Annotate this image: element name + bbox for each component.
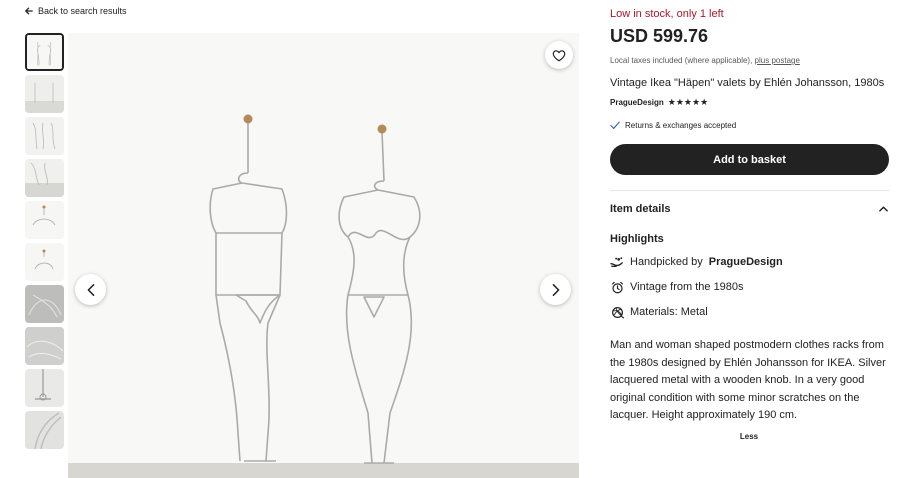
next-image-button[interactable] xyxy=(540,274,571,305)
thumbnail-2[interactable] xyxy=(25,75,64,113)
returns-note: Returns & exchanges accepted xyxy=(610,121,736,130)
handpicked-prefix: Handpicked by xyxy=(630,256,703,268)
previous-image-button[interactable] xyxy=(75,274,106,305)
highlight-handpicked: Handpicked by PragueDesign xyxy=(610,255,783,269)
handpicked-icon xyxy=(610,255,624,269)
add-to-basket-button[interactable]: Add to basket xyxy=(610,144,889,175)
arrow-left-icon xyxy=(25,7,33,15)
chevron-left-icon xyxy=(87,283,94,296)
back-link-label: Back to search results xyxy=(38,6,127,16)
shop-row: PragueDesign ★★★★★ xyxy=(610,97,708,108)
handpicked-shop-link[interactable]: PragueDesign xyxy=(709,256,783,268)
tax-text: Local taxes included (where applicable), xyxy=(610,56,753,65)
vintage-text: Vintage from the 1980s xyxy=(630,281,744,293)
thumbnail-10[interactable] xyxy=(25,411,64,449)
materials-text: Materials: Metal xyxy=(630,306,708,318)
main-product-image xyxy=(68,33,579,478)
checkmark-icon xyxy=(610,121,620,129)
heart-icon xyxy=(552,49,566,61)
item-details-heading: Item details xyxy=(610,203,671,215)
rating-stars[interactable]: ★★★★★ xyxy=(668,97,708,108)
thumbnail-7[interactable] xyxy=(25,285,64,323)
section-divider xyxy=(610,190,890,191)
thumbnail-4[interactable] xyxy=(25,159,64,197)
yarn-ball-icon xyxy=(610,305,624,319)
thumbnail-8[interactable] xyxy=(25,327,64,365)
thumbnail-1[interactable] xyxy=(25,33,64,71)
postage-link[interactable]: plus postage xyxy=(755,56,800,65)
tax-note: Local taxes included (where applicable),… xyxy=(610,56,800,65)
highlight-vintage: Vintage from the 1980s xyxy=(610,280,744,294)
chevron-up-icon xyxy=(879,206,888,212)
thumbnail-6[interactable] xyxy=(25,243,64,281)
listing-page: Back to search results Low in stock, onl… xyxy=(0,0,919,478)
stock-status: Low in stock, only 1 left xyxy=(610,8,724,20)
back-to-search-link[interactable]: Back to search results xyxy=(25,6,127,16)
returns-text: Returns & exchanges accepted xyxy=(625,121,737,130)
favorite-button[interactable] xyxy=(545,41,573,69)
alarm-clock-icon xyxy=(610,280,624,294)
highlight-materials: Materials: Metal xyxy=(610,305,708,319)
item-details-toggle[interactable]: Item details xyxy=(610,203,888,215)
product-photo xyxy=(68,33,579,478)
listing-title: Vintage Ikea "Häpen" valets by Ehlén Joh… xyxy=(610,77,885,89)
item-description: Man and woman shaped postmodern clothes … xyxy=(610,339,886,422)
chevron-right-icon xyxy=(552,283,559,296)
price: USD 599.76 xyxy=(610,26,709,46)
shop-name-link[interactable]: PragueDesign xyxy=(610,98,664,107)
thumbnail-9[interactable] xyxy=(25,369,64,407)
show-less-button[interactable]: Less xyxy=(610,432,888,441)
thumbnail-3[interactable] xyxy=(25,117,64,155)
thumbnail-5[interactable] xyxy=(25,201,64,239)
highlights-heading: Highlights xyxy=(610,233,664,245)
thumbnail-strip xyxy=(25,33,64,453)
